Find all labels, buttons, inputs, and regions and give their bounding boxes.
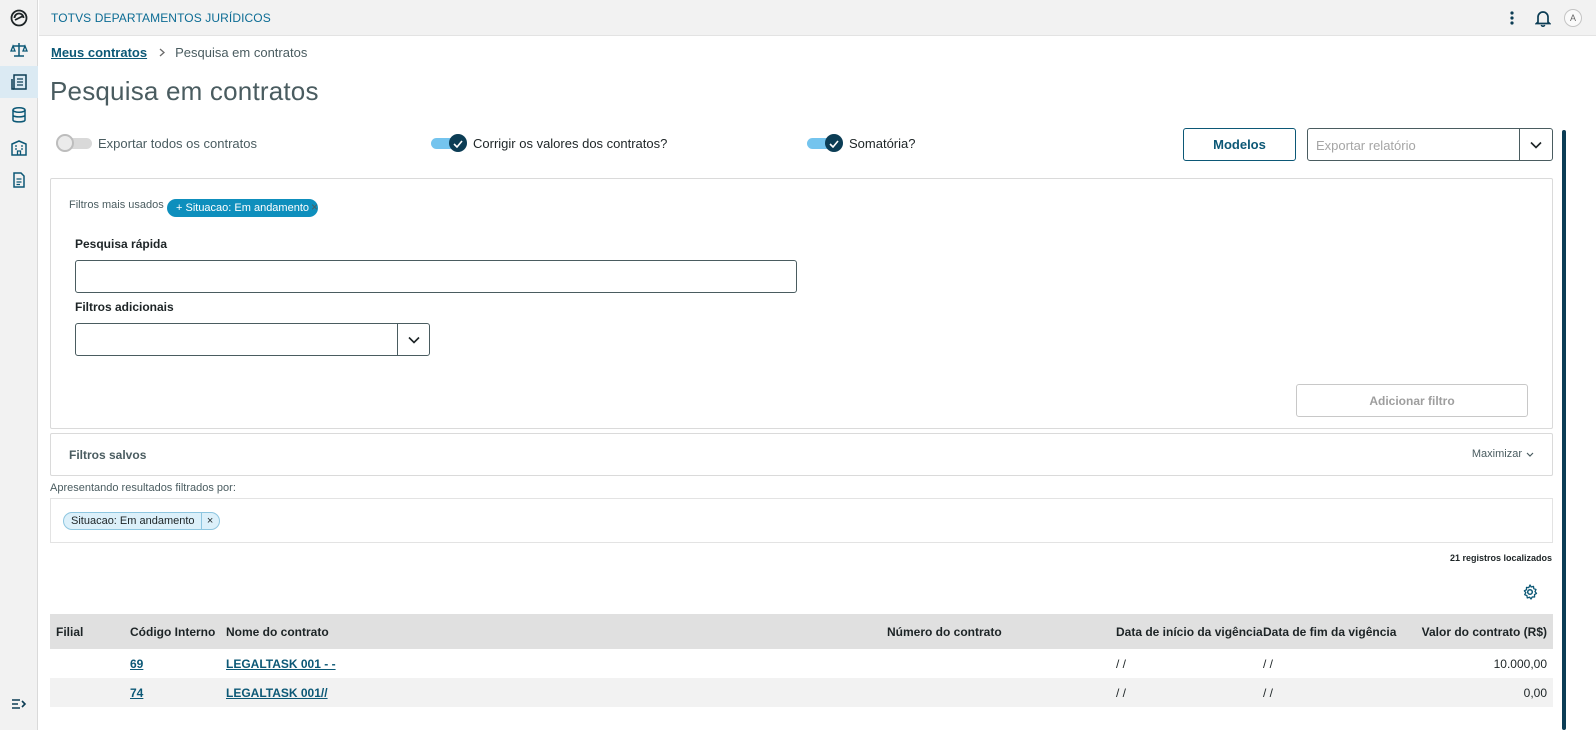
breadcrumb-current: Pesquisa em contratos bbox=[175, 45, 308, 60]
table-row[interactable]: 74 LEGALTASK 001// / / / / 0,00 bbox=[50, 678, 1553, 707]
chevron-down-icon[interactable] bbox=[397, 324, 429, 355]
correct-values-label: Corrigir os valores dos contratos? bbox=[473, 135, 668, 151]
database-icon bbox=[10, 106, 28, 124]
page-title: Pesquisa em contratos bbox=[50, 76, 319, 106]
cell-start-date: / / bbox=[1116, 685, 1127, 700]
notification-bell-icon[interactable] bbox=[1532, 6, 1554, 30]
cell-start-date: / / bbox=[1116, 656, 1127, 671]
column-header-contract-name[interactable]: Nome do contrato bbox=[226, 614, 329, 649]
applied-filters-panel: Situacao: Em andamento × bbox=[50, 498, 1553, 543]
column-header-internal-code[interactable]: Código Interno bbox=[130, 614, 215, 649]
column-header-contract-value[interactable]: Valor do contrato (R$) bbox=[1410, 614, 1547, 649]
check-icon bbox=[453, 136, 463, 151]
maximize-toggle[interactable]: Maximizar bbox=[1472, 448, 1534, 460]
sum-switch[interactable] bbox=[807, 134, 843, 152]
breadcrumb-link-my-contracts[interactable]: Meus contratos bbox=[51, 45, 147, 60]
add-filter-button[interactable]: Adicionar filtro bbox=[1296, 384, 1528, 417]
column-header-start-date[interactable]: Data de início da vigência bbox=[1116, 614, 1263, 649]
cell-end-date: / / bbox=[1263, 685, 1274, 700]
contracts-table: Filial Código Interno Nome do contrato N… bbox=[50, 614, 1553, 707]
cell-contract-value: 0,00 bbox=[1523, 685, 1547, 700]
rail-item-companies[interactable] bbox=[0, 132, 38, 164]
export-report-placeholder: Exportar relatório bbox=[1316, 138, 1416, 153]
contracts-icon bbox=[10, 73, 28, 91]
rail-item-reports[interactable] bbox=[0, 164, 38, 196]
export-all-switch-group: Exportar todos os contratos bbox=[56, 131, 257, 155]
export-report-select[interactable]: Exportar relatório bbox=[1307, 128, 1553, 161]
top-header: TOTVS DEPARTAMENTOS JURÍDICOS A bbox=[39, 0, 1596, 36]
user-avatar[interactable]: A bbox=[1564, 9, 1582, 27]
cell-internal-code-link[interactable]: 74 bbox=[130, 678, 143, 707]
export-all-label: Exportar todos os contratos bbox=[98, 135, 257, 151]
sum-label: Somatória? bbox=[849, 135, 916, 151]
cell-contract-name-link[interactable]: LEGALTASK 001// bbox=[226, 678, 328, 707]
check-icon bbox=[829, 136, 839, 151]
building-icon bbox=[10, 139, 28, 157]
maximize-label: Maximizar bbox=[1471, 448, 1522, 460]
chevron-right-icon bbox=[159, 46, 166, 60]
switch-knob bbox=[825, 134, 843, 152]
side-rail bbox=[0, 0, 38, 730]
quick-search-input[interactable] bbox=[75, 260, 797, 293]
saved-filters-panel[interactable]: Filtros salvos Maximizar bbox=[50, 433, 1553, 476]
applied-filter-chip-label: Situacao: Em andamento bbox=[71, 515, 195, 527]
switch-knob bbox=[449, 134, 467, 152]
more-options-icon[interactable] bbox=[1502, 6, 1522, 30]
correct-values-switch[interactable] bbox=[431, 134, 467, 152]
cell-end-date: / / bbox=[1263, 656, 1274, 671]
extra-filters-label: Filtros adicionais bbox=[75, 300, 174, 314]
app-title: TOTVS DEPARTAMENTOS JURÍDICOS bbox=[51, 11, 271, 25]
breadcrumb: Meus contratos Pesquisa em contratos bbox=[51, 45, 307, 60]
filters-panel: Filtros mais usados + Situacao: Em andam… bbox=[50, 178, 1553, 429]
quick-search-label: Pesquisa rápida bbox=[75, 237, 168, 251]
column-header-contract-number[interactable]: Número do contrato bbox=[887, 614, 1002, 649]
cell-internal-code-link[interactable]: 69 bbox=[130, 649, 143, 678]
document-icon bbox=[10, 171, 28, 189]
rail-item-processes[interactable] bbox=[0, 34, 38, 66]
scales-icon bbox=[10, 41, 28, 59]
chevron-down-icon bbox=[1522, 448, 1534, 460]
results-filter-label: Apresentando resultados filtrados por: bbox=[50, 482, 236, 494]
most-used-filter-chip[interactable]: + Situacao: Em andamento bbox=[167, 199, 318, 217]
chevron-down-icon[interactable] bbox=[1519, 129, 1552, 160]
table-header-row: Filial Código Interno Nome do contrato N… bbox=[50, 614, 1553, 649]
models-button[interactable]: Modelos bbox=[1183, 128, 1296, 161]
expand-menu-icon bbox=[11, 697, 27, 711]
rail-item-contracts[interactable] bbox=[0, 66, 38, 98]
rail-expand[interactable] bbox=[0, 688, 38, 720]
rail-logo[interactable] bbox=[0, 2, 38, 34]
table-row[interactable]: 69 LEGALTASK 001 - - / / / / 10.000,00 bbox=[50, 649, 1553, 678]
switch-knob bbox=[56, 134, 74, 152]
column-header-end-date[interactable]: Data de fim da vigência bbox=[1263, 614, 1396, 649]
close-icon[interactable]: × bbox=[311, 200, 318, 214]
table-settings-gear-icon[interactable] bbox=[1520, 582, 1540, 602]
most-used-filters-label: Filtros mais usados bbox=[69, 199, 164, 211]
saved-filters-title: Filtros salvos bbox=[69, 448, 147, 462]
records-count: 21 registros localizados bbox=[1449, 553, 1552, 563]
sum-switch-group: Somatória? bbox=[807, 131, 915, 155]
cell-contract-name-link[interactable]: LEGALTASK 001 - - bbox=[226, 649, 336, 678]
cell-contract-value: 10.000,00 bbox=[1493, 656, 1547, 671]
page-scrollbar[interactable] bbox=[1562, 130, 1566, 730]
column-header-filial[interactable]: Filial bbox=[56, 614, 83, 649]
rail-item-data[interactable] bbox=[0, 99, 38, 131]
logo-icon bbox=[10, 9, 28, 27]
correct-values-switch-group: Corrigir os valores dos contratos? bbox=[431, 131, 667, 155]
applied-filter-chip: Situacao: Em andamento × bbox=[63, 512, 220, 530]
header-actions: A bbox=[1502, 6, 1582, 30]
export-all-switch[interactable] bbox=[56, 134, 92, 152]
close-icon[interactable]: × bbox=[200, 513, 219, 529]
extra-filters-select[interactable] bbox=[75, 323, 430, 356]
